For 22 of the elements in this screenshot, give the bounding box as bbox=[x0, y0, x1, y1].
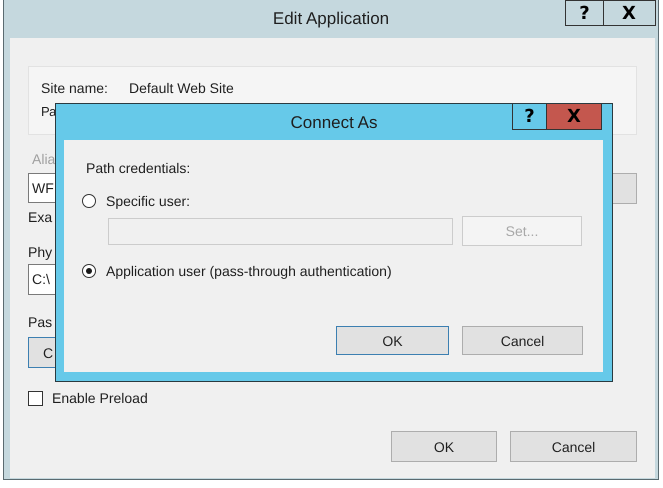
group-label: Path credentials: bbox=[86, 159, 190, 177]
field-label: Phy bbox=[28, 243, 52, 261]
field-label: Pas bbox=[28, 313, 52, 331]
radio-button[interactable] bbox=[82, 194, 96, 208]
dialog-button[interactable]: OK bbox=[391, 431, 497, 462]
dialog-button[interactable]: Cancel bbox=[462, 326, 583, 355]
checkbox[interactable] bbox=[28, 390, 43, 406]
close-button[interactable]: X bbox=[603, 0, 656, 26]
close-button[interactable]: X bbox=[546, 104, 602, 130]
radio-button[interactable] bbox=[82, 264, 96, 278]
help-button[interactable]: ? bbox=[565, 0, 604, 26]
dialog-button[interactable]: OK bbox=[336, 326, 449, 355]
field-label: Alia bbox=[32, 150, 56, 168]
field-label: Site name: bbox=[41, 79, 109, 97]
window-title: Edit Application bbox=[272, 9, 390, 29]
dialog-title: Connect As bbox=[290, 113, 378, 133]
field-label: Exa bbox=[28, 208, 52, 226]
dialog-button[interactable]: Cancel bbox=[510, 431, 637, 462]
radio-label: Specific user: bbox=[106, 193, 190, 209]
field-value: Default Web Site bbox=[129, 79, 234, 97]
radio-label: Application user (pass-through authentication) bbox=[106, 263, 392, 279]
checkbox-label: Enable Preload bbox=[52, 390, 148, 406]
